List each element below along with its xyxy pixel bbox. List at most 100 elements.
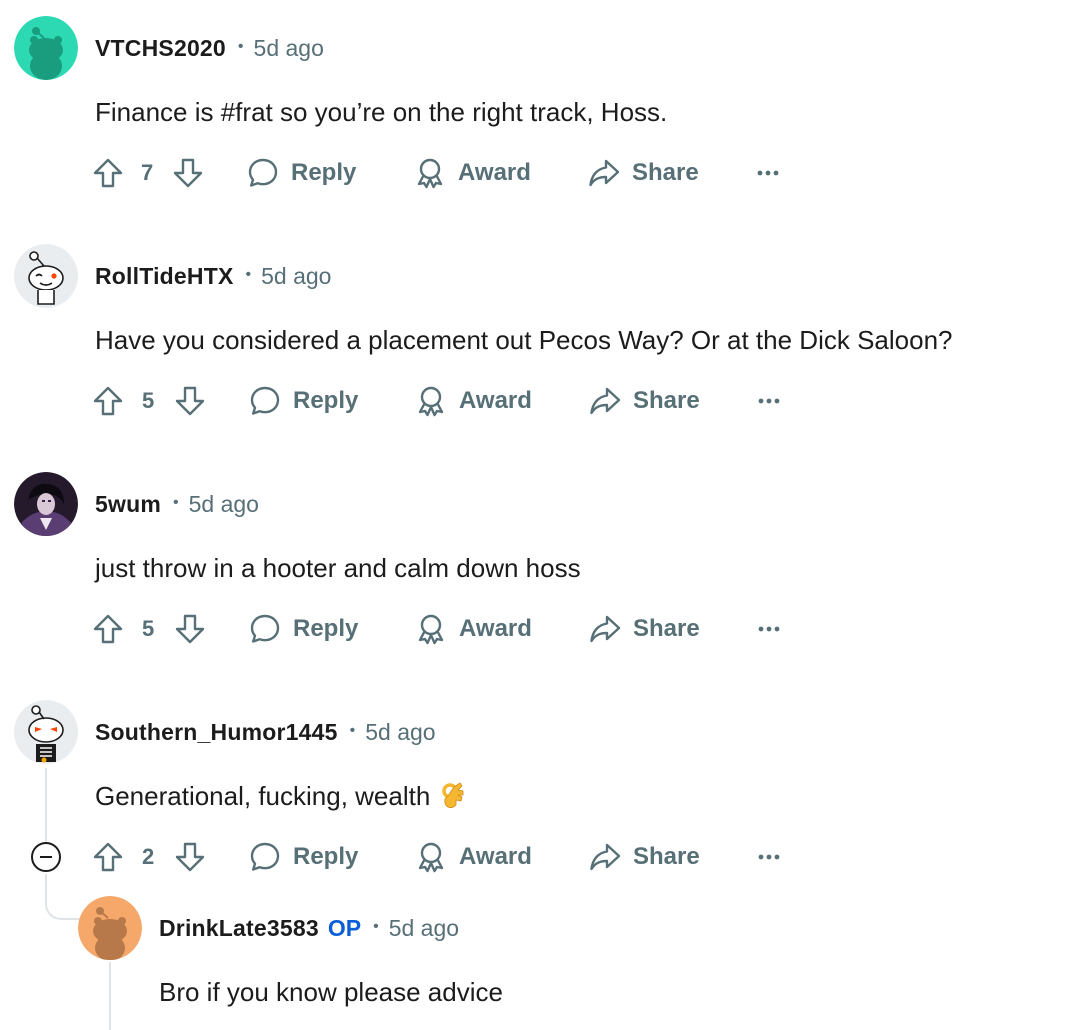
more-options-button[interactable] (753, 609, 785, 649)
op-badge: OP (327, 914, 362, 941)
downvote-icon (172, 157, 204, 189)
reply-button[interactable]: Reply (249, 837, 358, 877)
upvote-button[interactable] (92, 609, 124, 649)
award-icon (415, 385, 447, 417)
comment-body: Have you considered a placement out Peco… (95, 324, 953, 355)
award-button[interactable]: Award (415, 837, 532, 877)
reply-label: Reply (293, 387, 359, 414)
comment-timestamp[interactable]: 5d ago (254, 35, 324, 62)
username[interactable]: DrinkLate3583 (159, 915, 319, 942)
username[interactable]: RollTideHTX (95, 263, 234, 290)
share-button[interactable]: Share (589, 381, 700, 421)
more-options-button[interactable] (752, 153, 784, 193)
comment-body: Bro if you know please advice (159, 976, 503, 1007)
downvote-icon (174, 841, 206, 873)
vote-count: 2 (142, 844, 155, 869)
share-button[interactable]: Share (588, 153, 699, 193)
share-label: Share (633, 387, 700, 414)
reply-icon (247, 157, 279, 189)
share-icon (589, 385, 621, 417)
comment-timestamp[interactable]: 5d ago (389, 915, 459, 942)
separator-dot: • (237, 38, 244, 55)
reply-button[interactable]: Reply (247, 153, 356, 193)
award-button[interactable]: Award (415, 381, 532, 421)
reply-icon (249, 385, 281, 417)
share-button[interactable]: Share (589, 837, 700, 877)
upvote-button[interactable] (92, 381, 124, 421)
winking-snoo-avatar[interactable] (14, 244, 78, 308)
upvote-button[interactable] (92, 837, 124, 877)
downvote-icon (174, 613, 206, 645)
upvote-icon (92, 613, 124, 645)
upvote-icon (92, 841, 124, 873)
upvote-button[interactable] (92, 153, 124, 193)
reply-label: Reply (293, 843, 359, 870)
vote-count: 5 (142, 388, 155, 413)
orange-snoo-avatar[interactable] (78, 896, 142, 960)
comment-actions: 5 Reply Award Share (92, 609, 792, 649)
comment-timestamp[interactable]: 5d ago (261, 263, 331, 290)
more-options-button[interactable] (753, 837, 785, 877)
separator-dot: • (373, 918, 379, 935)
share-label: Share (633, 843, 700, 870)
reply-thread-line (109, 962, 111, 1030)
award-label: Award (459, 387, 532, 414)
vote-count: 7 (141, 160, 154, 185)
teal-snoo-avatar[interactable] (14, 16, 78, 80)
reply-button[interactable]: Reply (249, 381, 358, 421)
reply-icon (249, 841, 281, 873)
more-icon (753, 841, 785, 873)
downvote-button[interactable] (174, 609, 206, 649)
ok-hand-emoji (442, 782, 464, 809)
reply-label: Reply (291, 159, 357, 186)
share-button[interactable]: Share (589, 609, 700, 649)
anime-character-avatar[interactable] (14, 472, 78, 536)
reply-connector-line (45, 874, 81, 920)
vote-count: 5 (142, 616, 155, 641)
downvote-button[interactable] (174, 381, 206, 421)
upvote-icon (92, 157, 124, 189)
separator-dot: • (245, 266, 252, 283)
username[interactable]: 5wum (95, 491, 161, 518)
share-label: Share (633, 615, 700, 642)
comment-body: Generational, fucking, wealth (95, 778, 466, 814)
award-button[interactable]: Award (414, 153, 531, 193)
skeleton-snoo-avatar[interactable] (14, 700, 78, 764)
share-icon (589, 841, 621, 873)
reply-icon (249, 613, 281, 645)
username[interactable]: Southern_Humor1445 (95, 719, 338, 746)
reply-button[interactable]: Reply (249, 609, 358, 649)
downvote-button[interactable] (172, 153, 204, 193)
comment-body: just throw in a hooter and calm down hos… (95, 552, 581, 583)
more-icon (752, 157, 784, 189)
separator-dot: • (172, 494, 179, 511)
award-label: Award (458, 159, 531, 186)
award-icon (414, 157, 446, 189)
share-icon (588, 157, 620, 189)
downvote-button[interactable] (174, 837, 206, 877)
thread-line (45, 768, 47, 842)
award-label: Award (459, 843, 532, 870)
comment-actions: 7 Reply Award Share (92, 153, 792, 193)
more-icon (753, 385, 785, 417)
more-options-button[interactable] (753, 381, 785, 421)
comment-body: Finance is #frat so you’re on the right … (95, 96, 668, 127)
award-label: Award (459, 615, 532, 642)
award-button[interactable]: Award (415, 609, 532, 649)
award-icon (415, 841, 447, 873)
share-label: Share (632, 159, 699, 186)
username[interactable]: VTCHS2020 (95, 35, 226, 62)
comment-timestamp[interactable]: 5d ago (189, 491, 259, 518)
collapse-thread-button[interactable] (31, 842, 61, 872)
award-icon (415, 613, 447, 645)
comment-actions: 2 Reply Award Share (92, 837, 792, 877)
comment-body-text: Generational, fucking, wealth (95, 780, 431, 811)
separator-dot: • (349, 722, 356, 739)
share-icon (589, 613, 621, 645)
downvote-icon (174, 385, 206, 417)
reply-label: Reply (293, 615, 359, 642)
comment-actions: 5 Reply Award Share (92, 381, 792, 421)
more-icon (753, 613, 785, 645)
upvote-icon (92, 385, 124, 417)
comment-timestamp[interactable]: 5d ago (365, 719, 435, 746)
